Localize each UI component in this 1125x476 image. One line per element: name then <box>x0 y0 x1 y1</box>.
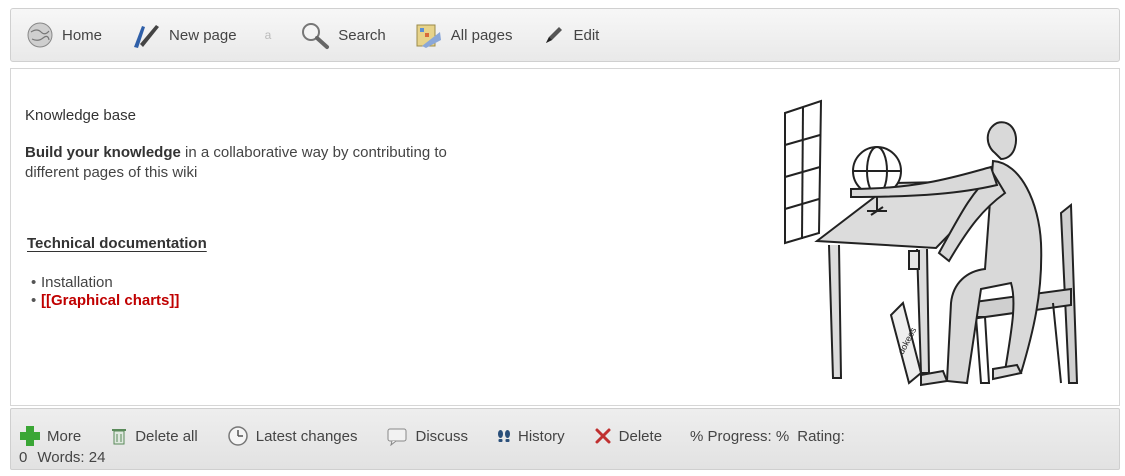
plus-icon <box>20 426 40 446</box>
pencil-icon <box>545 27 562 43</box>
new-page-label: New page <box>169 26 237 44</box>
delete-button[interactable]: Delete <box>593 427 662 445</box>
all-pages-button[interactable]: All pages <box>414 20 513 50</box>
edit-button[interactable]: Edit <box>541 22 600 48</box>
delete-all-button[interactable]: Delete all <box>109 426 198 446</box>
list-item: [[Graphical charts]] <box>31 292 179 310</box>
delete-label: Delete <box>618 427 663 445</box>
delete-all-label: Delete all <box>135 427 198 445</box>
magnifier-icon <box>302 23 330 49</box>
window-drawing <box>784 99 823 245</box>
installation-link[interactable]: Installation <box>41 274 113 291</box>
graphical-charts-link[interactable]: [[Graphical charts]] <box>41 292 179 309</box>
intro-bold: Build your knowledge <box>25 144 181 161</box>
home-button[interactable]: Home <box>25 20 102 50</box>
rating-value: 0 <box>19 449 28 466</box>
page-actions-bar: More Delete all Latest changes Discuss H… <box>10 408 1120 470</box>
section-heading: Technical documentation <box>27 235 207 252</box>
discuss-button[interactable]: Discuss <box>385 426 468 446</box>
trash-icon <box>112 429 127 445</box>
history-button[interactable]: History <box>496 428 565 445</box>
progress-text: % Progress: % <box>690 427 790 445</box>
intro-paragraph: Build your knowledge in a collaborative … <box>25 143 465 183</box>
all-pages-label: All pages <box>450 26 513 44</box>
wiki-page-content: Knowledge base Build your knowledge in a… <box>10 68 1120 406</box>
toolbar-separator: a <box>264 28 272 42</box>
wiki-illustration: dokeos <box>784 99 1079 387</box>
cross-icon <box>595 428 611 444</box>
wiki-toolbar: Home New page a Search All pages Edit <box>10 8 1120 62</box>
search-label: Search <box>338 26 386 44</box>
home-label: Home <box>62 26 103 44</box>
clock-icon <box>227 426 248 446</box>
pages-icon <box>416 24 441 48</box>
footprints-icon <box>498 430 510 442</box>
edit-label: Edit <box>573 26 600 44</box>
more-button[interactable]: More <box>19 425 81 447</box>
latest-changes-button[interactable]: Latest changes <box>226 425 358 447</box>
new-page-button[interactable]: New page <box>130 20 237 50</box>
speech-bubble-icon <box>387 428 407 446</box>
rating-label: Rating: <box>797 427 845 445</box>
more-label: More <box>47 427 82 445</box>
discuss-label: Discuss <box>415 427 468 445</box>
latest-changes-label: Latest changes <box>255 427 358 445</box>
list-item: Installation <box>31 274 179 292</box>
pen-icon <box>134 25 160 48</box>
word-count: Words: 24 <box>37 449 106 466</box>
globe-icon <box>27 22 53 48</box>
documentation-list: Installation [[Graphical charts]] <box>31 274 179 310</box>
history-label: History <box>518 427 565 445</box>
search-button[interactable]: Search <box>299 20 386 50</box>
page-title: Knowledge base <box>25 107 136 124</box>
